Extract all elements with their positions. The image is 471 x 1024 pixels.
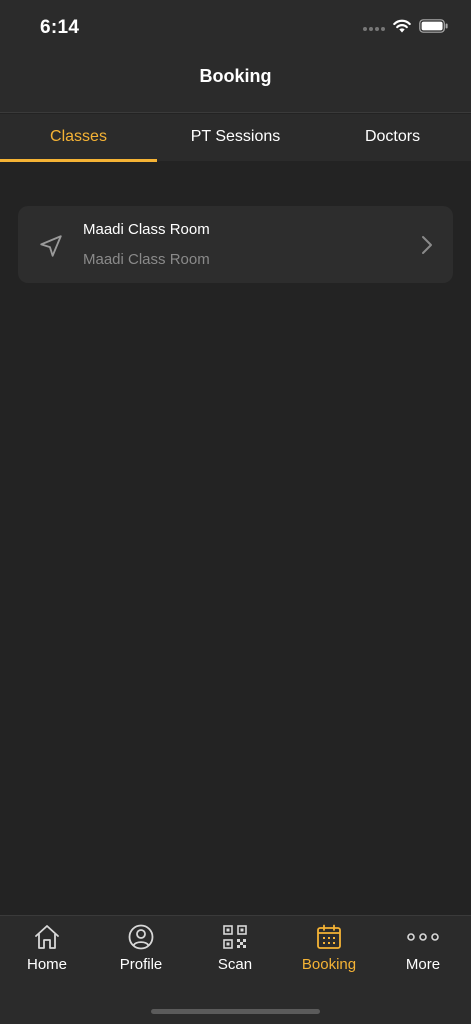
bottom-nav-scan[interactable]: Scan: [188, 916, 282, 986]
location-title: Maadi Class Room: [83, 221, 210, 238]
tab-pt-sessions[interactable]: PT Sessions: [157, 114, 314, 161]
calendar-icon: [282, 923, 376, 951]
status-time: 6:14: [40, 17, 80, 38]
booking-tabs: Classes PT Sessions Doctors: [0, 114, 471, 162]
more-dots-icon: [376, 923, 470, 951]
nav-header: Booking: [0, 56, 471, 113]
bottom-nav-label: Booking: [301, 956, 357, 973]
bottom-nav-home[interactable]: Home: [0, 916, 94, 986]
tab-classes[interactable]: Classes: [0, 114, 157, 162]
wifi-icon: [393, 19, 411, 38]
battery-icon: [419, 19, 449, 38]
cellular-signal-icon: [363, 26, 385, 31]
profile-icon: [94, 923, 188, 951]
navigation-arrow-icon: [38, 233, 64, 264]
home-indicator[interactable]: [151, 1009, 320, 1014]
bottom-nav-booking[interactable]: Booking: [282, 916, 376, 986]
tab-doctors[interactable]: Doctors: [314, 114, 471, 161]
location-list-item[interactable]: Maadi Class Room Maadi Class Room: [18, 206, 453, 283]
bottom-nav-label: Scan: [217, 956, 253, 973]
bottom-nav-label: Profile: [119, 956, 163, 973]
bottom-nav-label: More: [405, 956, 441, 973]
page-title: Booking: [199, 66, 272, 86]
bottom-nav-profile[interactable]: Profile: [94, 916, 188, 986]
chevron-right-icon: [421, 235, 433, 260]
qr-code-icon: [188, 923, 282, 951]
home-icon: [0, 923, 94, 951]
bottom-nav-more[interactable]: More: [376, 916, 470, 986]
status-bar: 6:14: [0, 0, 471, 56]
booking-screen: 6:14 Booking Classes PT Sessions Doctors…: [0, 0, 471, 1024]
bottom-nav-label: Home: [26, 956, 67, 973]
bottom-tab-bar: Home Profile Scan Booking More: [0, 915, 471, 1024]
status-icons: [363, 19, 449, 38]
location-subtitle: Maadi Class Room: [83, 251, 210, 268]
